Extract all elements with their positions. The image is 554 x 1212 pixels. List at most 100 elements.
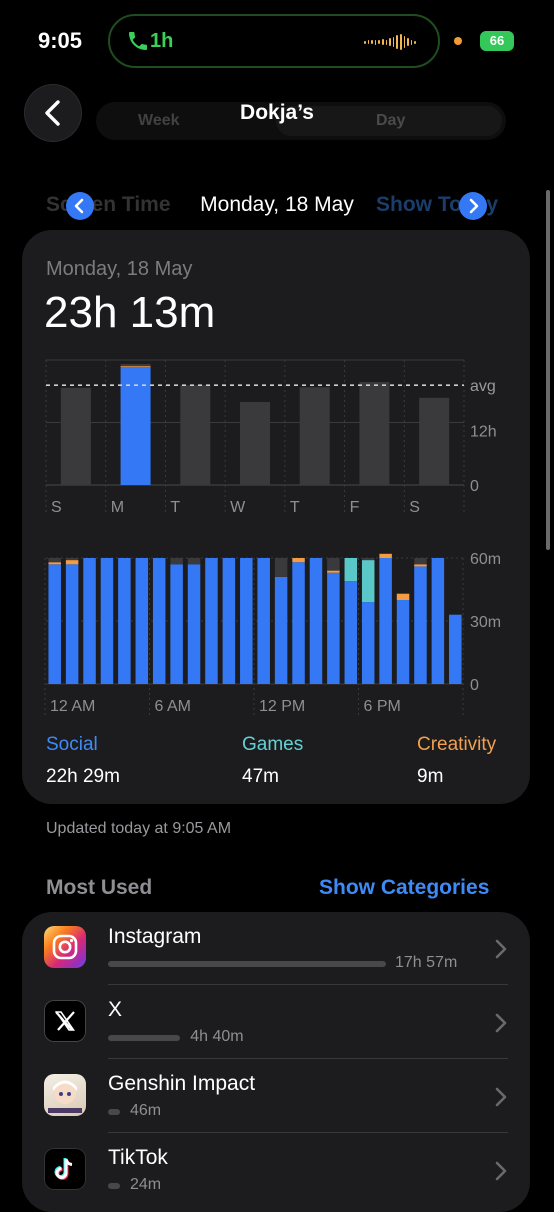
chevron-right-icon: [495, 1013, 507, 1033]
next-day-button[interactable]: [459, 192, 487, 220]
show-categories-button[interactable]: Show Categories: [319, 876, 489, 900]
battery-level: 66: [489, 33, 505, 48]
call-duration: 1h: [150, 30, 174, 52]
hour-bar-other: [361, 558, 375, 561]
hour-bar-other: [65, 558, 79, 561]
hour-bar-social: [205, 558, 218, 684]
average-label: avg: [470, 378, 496, 395]
dynamic-island[interactable]: 1h: [108, 14, 440, 68]
hour-bar-other: [274, 558, 288, 577]
hour-bar-creativity: [327, 570, 340, 573]
hour-bar-social: [414, 566, 427, 684]
week-bar-other: [180, 385, 211, 485]
divider: [108, 1058, 508, 1059]
hour-bar-social: [257, 558, 270, 684]
hour-bar-social: [344, 581, 358, 684]
chevron-right-icon: [495, 939, 507, 959]
hour-bar-social: [83, 558, 96, 684]
hour-bar-games: [344, 558, 358, 582]
chevron-right-icon: [495, 1087, 507, 1107]
legend-social: Social 22h 29m: [46, 734, 120, 788]
hour-bar-social: [396, 600, 410, 684]
usage-bar: [108, 1109, 120, 1115]
legend-creativity-label: Creativity: [417, 734, 497, 755]
hour-bar-other: [48, 558, 61, 563]
hour-bar-creativity: [379, 553, 392, 558]
usage-bar: [108, 1183, 120, 1189]
day-label: T: [170, 499, 180, 516]
usage-time: 4h 40m: [190, 1028, 244, 1045]
most-used-heading: Most Used: [46, 876, 153, 899]
usage-time: 24m: [130, 1176, 162, 1193]
x-tick-label: 6 PM: [364, 698, 401, 715]
weekly-usage-chart[interactable]: S M T W T F Savg 12h 0: [22, 350, 530, 520]
legend-social-value: 22h 29m: [46, 766, 120, 787]
hour-bar-social: [135, 558, 149, 684]
week-bar-creativity: [120, 366, 151, 367]
x-tick-label: 12 PM: [259, 698, 305, 715]
day-label: F: [350, 499, 360, 516]
hour-bar-creativity: [414, 564, 427, 567]
chevron-right-icon: [495, 1161, 507, 1181]
hour-bar-creativity: [65, 560, 79, 565]
hour-bar-social: [152, 558, 166, 684]
app-row-x[interactable]: X 4h 40m: [22, 986, 530, 1060]
usage-bar: [108, 1035, 181, 1041]
x-tick-label: 12 AM: [50, 698, 95, 715]
privacy-indicator-dot: [454, 37, 462, 45]
chevron-left-icon: [74, 198, 84, 214]
divider: [108, 1132, 508, 1133]
genshin-icon: [44, 1074, 86, 1116]
hour-bar-creativity: [48, 562, 61, 565]
page-title: Dokja’s: [240, 101, 314, 124]
hour-bar-social: [309, 558, 323, 684]
hour-bar-other: [170, 558, 183, 565]
app-name: Genshin Impact: [108, 1072, 256, 1095]
hour-bar-social: [292, 562, 305, 684]
status-time: 9:05: [38, 28, 83, 53]
hour-bar-social: [361, 602, 375, 684]
hour-bar-other: [414, 558, 427, 565]
hour-bar-other: [327, 558, 340, 571]
x-tick-label: 6 AM: [155, 698, 191, 715]
hour-bar-creativity: [396, 593, 410, 600]
previous-day-button[interactable]: [66, 192, 94, 220]
hour-bar-social: [449, 614, 462, 684]
x-icon: [44, 1000, 86, 1042]
phone-icon: [129, 32, 147, 50]
tiktok-icon: [44, 1148, 86, 1190]
y-tick-label: 60m: [470, 551, 501, 568]
hour-bar-social: [379, 558, 392, 684]
hour-bar-social: [222, 558, 236, 684]
app-row-genshin-impact[interactable]: Genshin Impact 46m: [22, 1060, 530, 1134]
legend-games-label: Games: [242, 734, 304, 755]
legend-games-value: 47m: [242, 766, 279, 787]
week-bar-other: [299, 387, 330, 485]
y-tick-label: 0: [470, 478, 479, 495]
app-name: X: [108, 998, 123, 1021]
day-label: M: [111, 499, 124, 516]
total-screen-time: 23h 13m: [44, 288, 216, 337]
y-tick-label: 12h: [470, 424, 497, 441]
battery-indicator: 66: [480, 31, 514, 51]
hourly-usage-chart[interactable]: 12 AM 6 AM 12 PM 6 PM 0 30m 60m: [22, 548, 530, 718]
week-bar-other: [359, 382, 390, 485]
legend-creativity-value: 9m: [417, 766, 444, 787]
hour-bar-social: [100, 558, 114, 684]
hour-bar-social: [327, 572, 340, 684]
screen-time-card: Monday, 18 May 23h 13m S M T W T F Savg 12h 0 12…: [22, 230, 530, 804]
week-bar-other: [120, 363, 151, 367]
hour-bar-games: [361, 560, 375, 603]
app-row-instagram[interactable]: Instagram 17h 57m: [22, 912, 530, 986]
app-row-tiktok[interactable]: TikTok 24m: [22, 1134, 530, 1208]
day-label: W: [230, 499, 246, 516]
hour-bar-social: [170, 564, 183, 684]
hour-bar-social: [240, 558, 253, 684]
hour-bar-social: [187, 564, 201, 684]
usage-bar: [108, 961, 386, 967]
divider: [108, 984, 508, 985]
instagram-icon: [44, 926, 86, 968]
hour-bar-social: [48, 564, 61, 684]
audio-waveform-icon: [364, 34, 416, 50]
scrollbar[interactable]: [546, 190, 550, 550]
